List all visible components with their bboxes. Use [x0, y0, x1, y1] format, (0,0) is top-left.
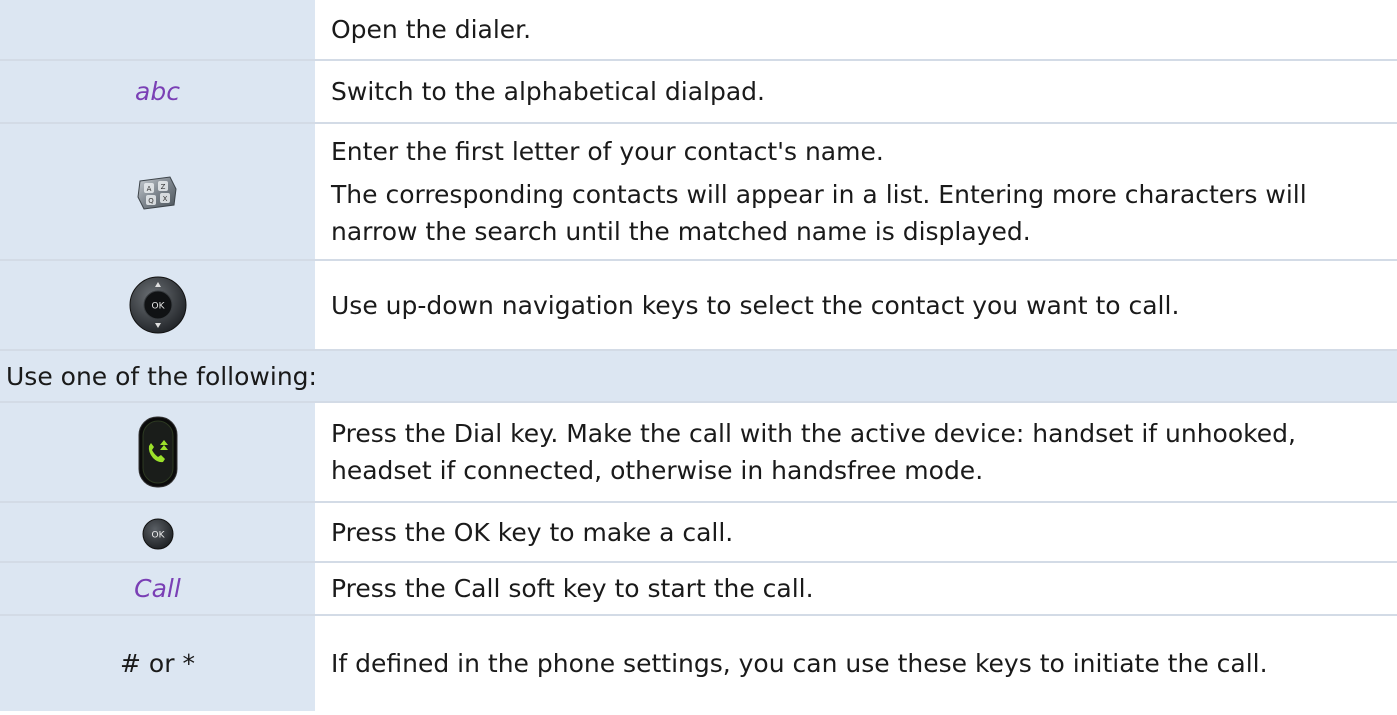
step-row-navigate: OK Use up-down navigation keys to select…	[0, 260, 1397, 351]
step-icon-cell: Call	[0, 562, 317, 616]
step-text: Open the dialer.	[316, 0, 1397, 61]
step-text: Press the Dial key. Make the call with t…	[316, 402, 1397, 503]
step-icon-cell: # or *	[0, 615, 317, 711]
step-row-open-dialer: Open the dialer.	[0, 0, 1397, 61]
step-row-alpha-dialpad: abc Switch to the alphabetical dialpad.	[0, 60, 1397, 124]
dial-key-icon	[138, 416, 178, 488]
step-text: Enter the first letter of your contact's…	[331, 137, 884, 166]
step-icon-cell: abc	[0, 60, 317, 124]
hash-star-keys-label: # or *	[120, 649, 195, 678]
step-icon-cell	[0, 402, 317, 503]
step-icon-cell: OK	[0, 260, 317, 351]
ok-key-icon: OK	[142, 518, 174, 550]
step-text: Press the OK key to make a call.	[316, 502, 1397, 563]
alphabetic-keypad-icon: A Z Q X	[136, 175, 180, 211]
step-row-hash-star: # or * If defined in the phone settings,…	[0, 615, 1397, 711]
ok-key-label: OK	[151, 530, 165, 540]
step-row-dial-key: Press the Dial key. Make the call with t…	[0, 402, 1397, 503]
step-icon-cell: A Z Q X	[0, 123, 317, 261]
options-heading: Use one of the following:	[0, 350, 1397, 403]
step-text: Switch to the alphabetical dialpad.	[316, 60, 1397, 124]
abc-softkey-label: abc	[135, 77, 180, 106]
navigator-ok-icon: OK	[129, 276, 187, 334]
svg-text:X: X	[162, 195, 167, 203]
step-text: Use up-down navigation keys to select th…	[316, 260, 1397, 351]
step-text: If defined in the phone settings, you ca…	[316, 615, 1397, 711]
svg-text:A: A	[146, 185, 151, 193]
instruction-table: Open the dialer. abc Switch to the alpha…	[0, 0, 1397, 711]
step-icon-cell	[0, 0, 317, 61]
step-row-ok-key: OK Press the OK key to make a call.	[0, 502, 1397, 563]
step-text-cell: Enter the first letter of your contact's…	[316, 123, 1397, 261]
step-icon-cell: OK	[0, 502, 317, 563]
step-row-header: Use one of the following:	[0, 350, 1397, 403]
step-text-detail: The corresponding contacts will appear i…	[331, 180, 1307, 246]
call-softkey-label: Call	[134, 574, 181, 603]
step-text: Press the Call soft key to start the cal…	[316, 562, 1397, 616]
svg-text:Q: Q	[148, 197, 154, 205]
svg-text:Z: Z	[160, 183, 165, 191]
nav-ok-label: OK	[151, 302, 165, 312]
step-row-first-letter: A Z Q X Enter the first letter of your c…	[0, 123, 1397, 261]
step-row-call-softkey: Call Press the Call soft key to start th…	[0, 562, 1397, 616]
